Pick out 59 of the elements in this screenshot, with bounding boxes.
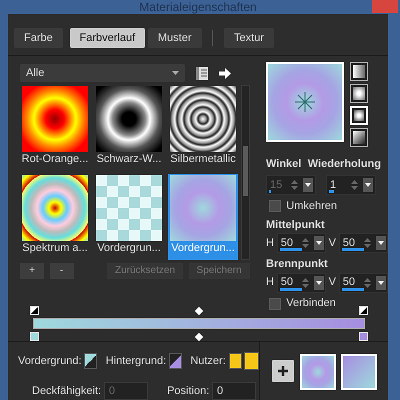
user-color-swatch[interactable] bbox=[228, 353, 242, 369]
spin-field[interactable]: 50 bbox=[338, 272, 388, 292]
midpoint-handle[interactable] bbox=[194, 306, 204, 315]
midpoint-handle[interactable] bbox=[194, 332, 204, 341]
dropdown-icon[interactable] bbox=[376, 236, 386, 250]
position-label: Position: bbox=[167, 384, 210, 399]
repeat-label: Wiederholung bbox=[308, 156, 381, 172]
window-title: Materialeigenschaften bbox=[139, 1, 257, 13]
style-button[interactable] bbox=[350, 128, 368, 147]
opacity-stop-icon[interactable] bbox=[30, 306, 39, 315]
checkbox[interactable] bbox=[268, 298, 281, 310]
color-stop-icon[interactable] bbox=[30, 332, 39, 341]
category-dropdown[interactable]: Alle bbox=[20, 64, 185, 82]
axis-label: V bbox=[328, 236, 336, 251]
checkbox[interactable] bbox=[268, 200, 281, 212]
checkbox-label: Umkehren bbox=[286, 198, 337, 214]
spin-field[interactable]: 50 bbox=[338, 233, 388, 254]
library-button[interactable]: - bbox=[50, 262, 74, 278]
library-icon[interactable] bbox=[196, 66, 208, 80]
caret-icon bbox=[172, 71, 179, 75]
opacity-stop-icon[interactable] bbox=[359, 306, 368, 315]
scrollbar[interactable] bbox=[240, 84, 250, 260]
tab[interactable]: Farbe bbox=[14, 28, 63, 48]
background-label: Hintergrund: bbox=[106, 354, 166, 369]
angle-label: Winkel bbox=[266, 156, 302, 172]
user-label: Nutzer: bbox=[190, 354, 226, 369]
dropdown-icon[interactable] bbox=[376, 276, 386, 290]
foreground-label: Vordergrund: bbox=[18, 354, 82, 369]
center-label: Mittelpunkt bbox=[266, 218, 326, 233]
user-color-swatch[interactable] bbox=[244, 352, 260, 370]
spin-field[interactable]: 50 bbox=[276, 272, 326, 292]
current-gradient-swatch[interactable] bbox=[300, 354, 336, 390]
plus-icon bbox=[278, 366, 288, 376]
library-button[interactable]: + bbox=[20, 262, 44, 278]
category-text: Alle bbox=[26, 66, 44, 81]
tab[interactable]: Muster bbox=[148, 28, 202, 48]
position-field[interactable]: 0 bbox=[212, 382, 256, 400]
dropdown-icon[interactable] bbox=[314, 236, 324, 250]
color-stop-icon[interactable] bbox=[359, 332, 368, 341]
style-button[interactable] bbox=[350, 84, 368, 103]
dropdown-icon[interactable] bbox=[363, 178, 373, 192]
axis-label: V bbox=[328, 275, 336, 290]
dropdown-icon[interactable] bbox=[314, 276, 324, 290]
checkbox-label: Verbinden bbox=[286, 296, 336, 312]
axis-label: H bbox=[266, 236, 274, 251]
axis-label: H bbox=[266, 275, 274, 290]
foreground-swatch[interactable] bbox=[84, 353, 98, 369]
focus-label: Brennpunkt bbox=[266, 257, 329, 272]
spin-field[interactable]: 50 bbox=[276, 233, 326, 254]
tab[interactable]: Textur bbox=[224, 28, 274, 48]
opacity-label: Deckfähigkeit: bbox=[32, 384, 102, 399]
background-swatch[interactable] bbox=[168, 353, 182, 369]
arrow-icon[interactable] bbox=[219, 68, 231, 78]
tab[interactable]: Farbverlauf bbox=[70, 28, 146, 48]
add-button[interactable] bbox=[272, 360, 294, 382]
style-button[interactable] bbox=[350, 62, 368, 81]
previous-gradient-swatch[interactable] bbox=[341, 354, 377, 390]
center-marker-icon bbox=[295, 92, 315, 112]
spin-field[interactable]: 1 bbox=[326, 174, 376, 195]
